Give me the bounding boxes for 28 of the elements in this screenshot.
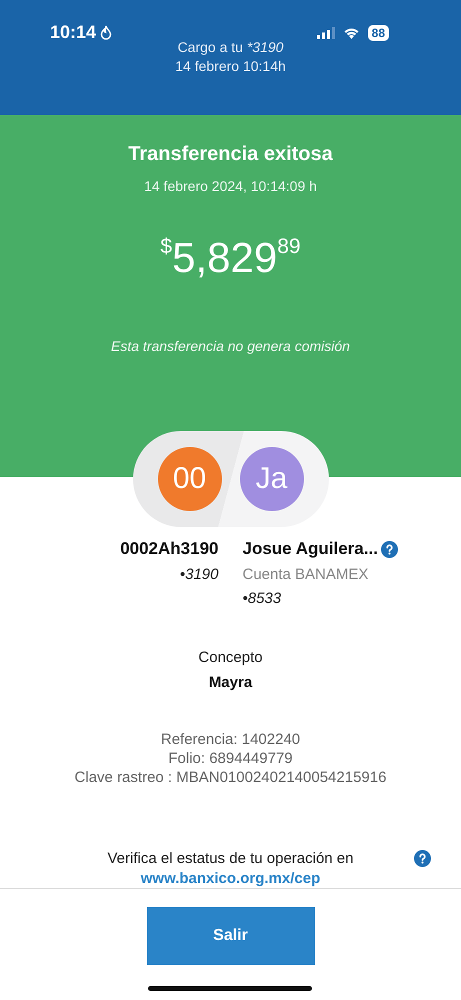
signal-icon: [316, 26, 335, 38]
verify-text: Verifica el estatus de tu operación en: [108, 850, 354, 867]
bank-name: Cuenta BANAMEX: [242, 566, 368, 583]
charge-label: Cargo a tu: [178, 39, 243, 55]
wifi-icon: [342, 26, 360, 38]
account-number: •3190: [180, 566, 218, 583]
party-name: Josue Aguilera...: [242, 539, 378, 559]
charge-account: *3190: [246, 39, 284, 55]
help-icon[interactable]: [414, 850, 431, 867]
charge-date: 14 febrero 10:14h: [174, 57, 287, 76]
commission-note: Esta transferencia no genera comisión: [111, 338, 350, 354]
detail-line: Referencia: 1402240: [160, 731, 300, 748]
transfer-datetime: 14 febrero 2024, 10:14:09 h: [144, 178, 317, 194]
status-time: 10:14: [50, 22, 96, 43]
detail-line: Folio: 6894449779: [168, 750, 293, 767]
party-name: 0002Ah3190: [120, 539, 218, 559]
detail-line: Clave rastreo : MBAN01002402140054215916: [74, 769, 386, 786]
avatar: 00: [158, 447, 222, 511]
help-icon[interactable]: [380, 540, 398, 558]
avatar: Ja: [240, 447, 304, 511]
flame-icon: [100, 25, 112, 40]
banxico-link[interactable]: www.banxico.org.mx/cep: [140, 870, 320, 887]
concept-value: Mayra: [208, 674, 252, 691]
exit-button[interactable]: Salir: [146, 907, 314, 965]
result-title: Transferencia exitosa: [128, 143, 333, 165]
account-number: •8533: [242, 590, 282, 607]
concept-label: Concepto: [198, 649, 263, 666]
battery-indicator: 88: [368, 24, 389, 40]
